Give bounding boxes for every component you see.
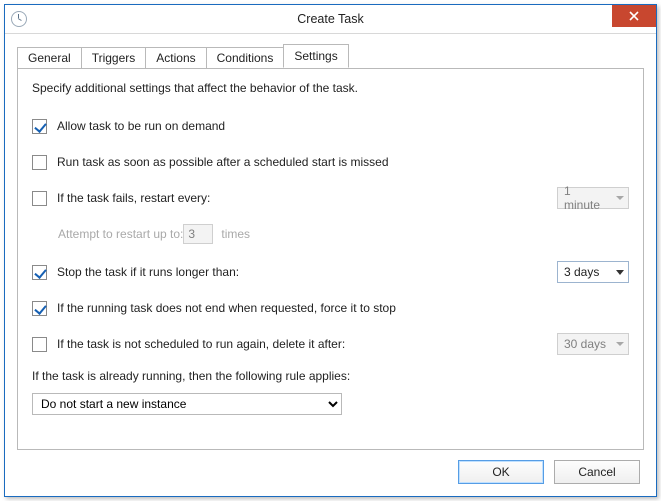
titlebar: Create Task — [5, 5, 656, 34]
close-button[interactable] — [612, 5, 656, 27]
stop-duration-select[interactable]: 3 days — [557, 261, 629, 283]
window-title: Create Task — [5, 12, 656, 26]
tabstrip: General Triggers Actions Conditions Sett… — [17, 44, 644, 68]
allow-on-demand-checkbox[interactable] — [32, 119, 47, 134]
allow-on-demand-label: Allow task to be run on demand — [57, 119, 225, 133]
chevron-down-icon — [616, 196, 624, 200]
restart-on-fail-checkbox[interactable] — [32, 191, 47, 206]
rule-label: If the task is already running, then the… — [32, 369, 629, 383]
settings-intro: Specify additional settings that affect … — [32, 81, 629, 95]
stop-duration-value: 3 days — [564, 265, 599, 279]
run-asap-missed-label: Run task as soon as possible after a sch… — [57, 155, 389, 169]
delete-after-checkbox[interactable] — [32, 337, 47, 352]
rule-select[interactable]: Do not start a new instance — [32, 393, 342, 415]
delete-after-value: 30 days — [564, 337, 606, 351]
chevron-down-icon — [616, 342, 624, 346]
attempt-restart-label: Attempt to restart up to: — [58, 227, 183, 241]
chevron-down-icon — [616, 270, 624, 275]
cancel-button[interactable]: Cancel — [554, 460, 640, 484]
settings-pane: Specify additional settings that affect … — [17, 68, 644, 450]
tab-settings[interactable]: Settings — [283, 44, 348, 68]
force-stop-checkbox[interactable] — [32, 301, 47, 316]
tab-triggers[interactable]: Triggers — [81, 47, 147, 69]
dialog-buttons: OK Cancel — [17, 450, 644, 484]
close-icon — [629, 11, 639, 21]
delete-after-select: 30 days — [557, 333, 629, 355]
restart-interval-select: 1 minute — [557, 187, 629, 209]
restart-interval-value: 1 minute — [564, 184, 610, 212]
run-asap-missed-checkbox[interactable] — [32, 155, 47, 170]
attempt-count-input — [183, 224, 213, 244]
tab-conditions[interactable]: Conditions — [206, 47, 285, 69]
create-task-dialog: Create Task General Triggers Actions Con… — [4, 4, 657, 497]
stop-if-longer-checkbox[interactable] — [32, 265, 47, 280]
ok-button[interactable]: OK — [458, 460, 544, 484]
restart-on-fail-label: If the task fails, restart every: — [57, 191, 210, 205]
attempt-suffix-label: times — [221, 227, 250, 241]
stop-if-longer-label: Stop the task if it runs longer than: — [57, 265, 239, 279]
tab-general[interactable]: General — [17, 47, 82, 69]
delete-after-label: If the task is not scheduled to run agai… — [57, 337, 345, 351]
force-stop-label: If the running task does not end when re… — [57, 301, 396, 315]
tab-actions[interactable]: Actions — [145, 47, 206, 69]
